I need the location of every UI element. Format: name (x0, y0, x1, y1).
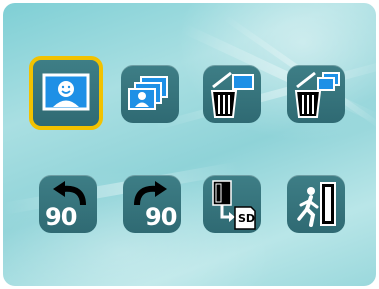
menu-item-view-all-photos[interactable] (121, 65, 179, 123)
delete-single-icon (210, 71, 254, 118)
menu-item-view-photo[interactable] (29, 56, 103, 130)
menu-item-exit[interactable] (287, 175, 345, 233)
menu-item-delete-all[interactable] (287, 65, 345, 123)
menu-item-rotate-left[interactable]: 90 (39, 175, 97, 233)
menu-screen: 90 90 SD (3, 3, 376, 286)
rotate-right-label: 90 (145, 203, 177, 231)
menu-item-rotate-right[interactable]: 90 (123, 175, 181, 233)
menu-item-copy-to-sd[interactable]: SD (203, 175, 261, 233)
sd-card-label: SD (238, 212, 256, 225)
single-photo-icon (42, 73, 90, 111)
delete-multiple-icon (294, 71, 340, 118)
multiple-photos-icon (128, 76, 168, 110)
menu-item-delete-photo[interactable] (203, 65, 261, 123)
exit-icon (297, 182, 336, 227)
rotate-left-label: 90 (45, 203, 77, 231)
